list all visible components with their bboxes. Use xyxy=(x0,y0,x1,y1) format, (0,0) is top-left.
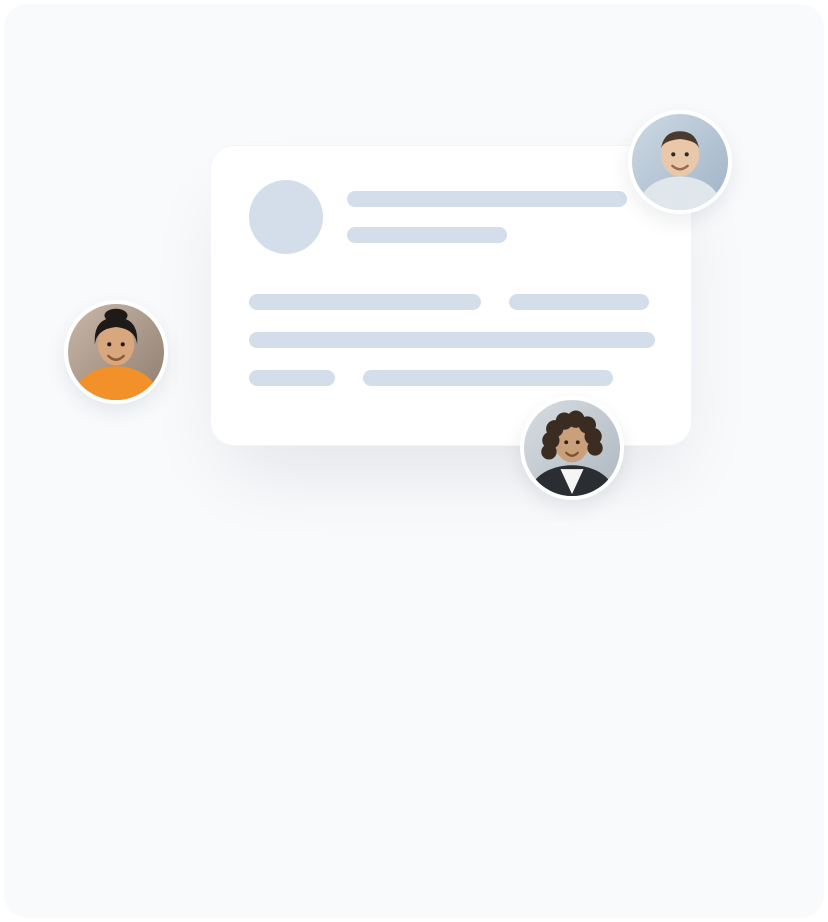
body-row-1 xyxy=(249,294,653,310)
avatar-person-2 xyxy=(628,110,732,214)
header-lines xyxy=(347,191,653,243)
person-icon xyxy=(632,114,728,210)
text-placeholder xyxy=(249,370,335,386)
card-header xyxy=(249,180,653,254)
avatar-placeholder-icon xyxy=(249,180,323,254)
avatar-person-1 xyxy=(64,300,168,404)
subtitle-placeholder xyxy=(347,227,507,243)
body-row-3 xyxy=(249,370,653,386)
text-placeholder xyxy=(509,294,649,310)
person-icon xyxy=(68,304,164,400)
text-placeholder xyxy=(363,370,613,386)
avatar-person-3 xyxy=(520,396,624,500)
title-placeholder xyxy=(347,191,627,207)
person-icon xyxy=(524,400,620,496)
body-row-2 xyxy=(249,332,653,348)
feature-panel xyxy=(4,4,824,918)
text-placeholder xyxy=(249,294,481,310)
profile-card xyxy=(210,145,692,446)
text-placeholder xyxy=(249,332,655,348)
